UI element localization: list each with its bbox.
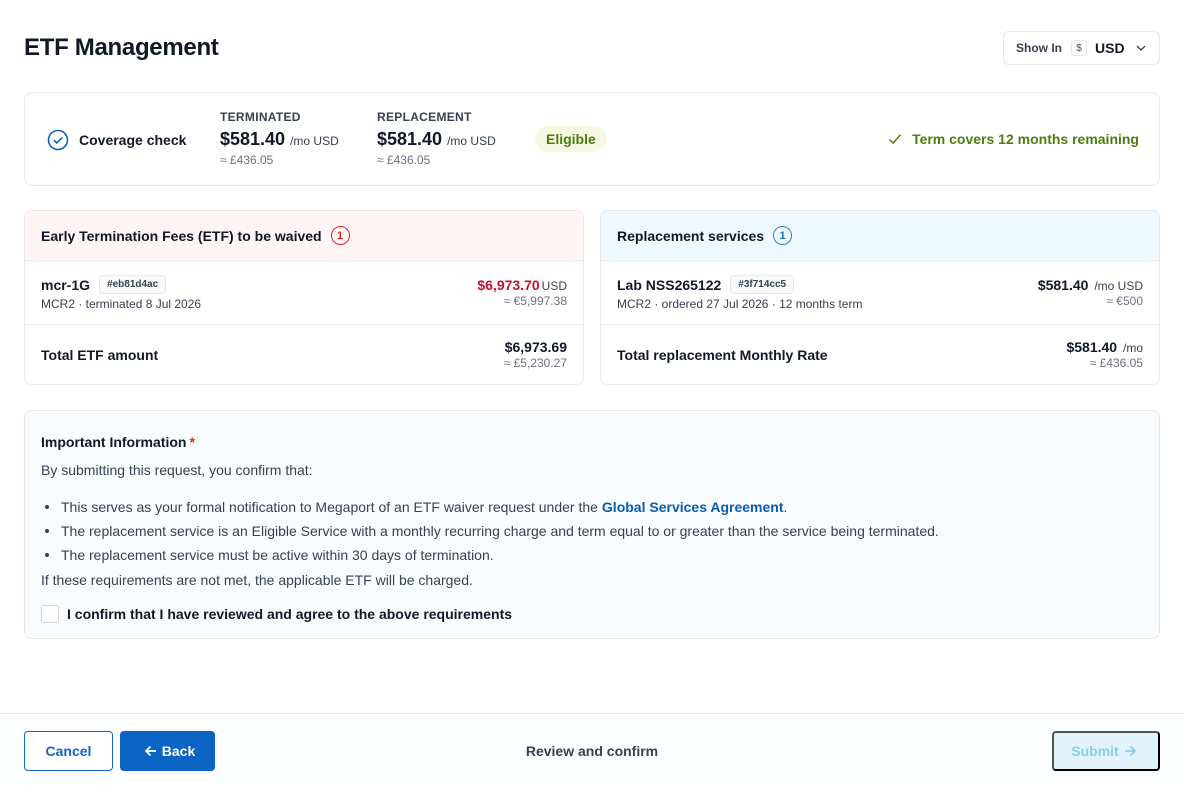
replacement-count-badge: 1 — [773, 226, 793, 245]
replacement-total-approx: ≈ £436.05 — [1089, 356, 1143, 370]
page-title: ETF Management — [24, 34, 219, 61]
replacement-total-row: Total replacement Monthly Rate $581.40 /… — [601, 325, 1159, 384]
list-item: mcr-1G #eb81d4ac MCR2 · terminated 8 Jul… — [25, 261, 583, 325]
service-id-badge: #3f714cc5 — [730, 275, 795, 294]
arrow-right-icon — [1124, 745, 1136, 757]
important-info-card: Important Information * By submitting thi… — [24, 410, 1160, 639]
etf-fee-approx: ≈ €5,997.38 — [503, 294, 567, 308]
replacement-approx: ≈ £436.05 — [377, 153, 431, 167]
terminated-price: TERMINATED $581.40 /mo USD ≈ £436.05 — [220, 110, 339, 167]
requirements-list: This serves as your formal notification … — [45, 495, 939, 567]
etf-fee: $6,973.70 — [477, 277, 540, 293]
confirm-checkbox[interactable] — [41, 605, 59, 623]
etf-total-amount: $6,973.69 — [504, 339, 567, 355]
required-mark: * — [189, 434, 195, 450]
etf-panel: Early Termination Fees (ETF) to be waive… — [24, 210, 584, 385]
coverage-check: Coverage check — [47, 129, 186, 151]
info-intro: By submitting this request, you confirm … — [41, 462, 313, 478]
terminated-approx: ≈ £436.05 — [220, 153, 274, 167]
currency-select[interactable]: Show In $ USD — [1003, 31, 1160, 65]
replacement-panel: Replacement services 1 Lab NSS265122 #3f… — [600, 210, 1160, 385]
step-label: Review and confirm — [525, 743, 659, 759]
check-icon — [889, 134, 902, 145]
currency-value: USD — [1095, 40, 1125, 56]
requirement-end: . — [783, 499, 788, 515]
replacement-label: REPLACEMENT — [377, 110, 472, 124]
etf-panel-title: Early Termination Fees (ETF) to be waive… — [41, 227, 322, 244]
requirement-text: This serves as your formal notification … — [61, 499, 598, 515]
check-circle-icon — [47, 129, 69, 151]
global-services-agreement-link[interactable]: Global Services Agreement — [602, 499, 784, 515]
replacement-panel-header: Replacement services 1 — [601, 211, 1159, 261]
terminated-unit: /mo USD — [290, 134, 339, 148]
service-meta: MCR2 · terminated 8 Jul 2026 — [41, 297, 202, 311]
replacement-price: REPLACEMENT $581.40 /mo USD ≈ £436.05 — [377, 110, 496, 167]
service-name: Lab NSS265122 — [617, 276, 722, 293]
etf-total-approx: ≈ £5,230.27 — [503, 356, 567, 370]
requirement-text: The replacement service must be active w… — [61, 547, 494, 563]
replacement-total-label: Total replacement Monthly Rate — [617, 347, 828, 363]
dollar-icon: $ — [1071, 40, 1087, 56]
service-id-badge: #eb81d4ac — [99, 275, 167, 294]
bullet-icon — [45, 529, 49, 533]
list-item: Lab NSS265122 #3f714cc5 MCR2 · ordered 2… — [601, 261, 1159, 325]
info-title: Important Information * — [41, 434, 195, 450]
coverage-label: Coverage check — [79, 132, 187, 148]
term-note: Term covers 12 months remaining — [887, 131, 1139, 147]
list-item: This serves as your formal notification … — [45, 495, 939, 519]
replacement-rate-approx: ≈ €500 — [1106, 294, 1143, 308]
etf-count-badge: 1 — [330, 226, 350, 245]
service-meta: MCR2 · ordered 27 Jul 2026 · 12 months t… — [617, 297, 863, 311]
etf-fee-unit: USD — [541, 279, 567, 293]
list-item: The replacement service must be active w… — [45, 543, 939, 567]
replacement-rate-unit: /mo USD — [1094, 279, 1143, 293]
confirm-checkbox-row[interactable]: I confirm that I have reviewed and agree… — [41, 605, 512, 623]
requirement-text: The replacement service is an Eligible S… — [61, 523, 939, 539]
confirm-label: I confirm that I have reviewed and agree… — [67, 606, 513, 622]
service-name: mcr-1G — [41, 276, 91, 293]
chevron-down-icon — [1136, 45, 1146, 51]
replacement-amount: $581.40 — [377, 129, 443, 149]
list-item: The replacement service is an Eligible S… — [45, 519, 939, 543]
bullet-icon — [45, 505, 49, 509]
terminated-amount: $581.40 — [220, 129, 286, 149]
replacement-total-unit: /mo — [1122, 341, 1143, 355]
bullet-icon — [45, 553, 49, 557]
info-title-text: Important Information — [41, 434, 187, 450]
coverage-card: Coverage check TERMINATED $581.40 /mo US… — [24, 92, 1160, 186]
show-in-label: Show In — [1016, 41, 1062, 55]
term-note-text: Term covers 12 months remaining — [912, 131, 1139, 147]
submit-button[interactable]: Submit — [1052, 731, 1160, 771]
replacement-panel-title: Replacement services — [617, 227, 765, 244]
submit-label: Submit — [1071, 743, 1119, 759]
footer-bar: Cancel Back Review and confirm Submit — [0, 713, 1184, 785]
info-outro: If these requirements are not met, the a… — [41, 572, 473, 588]
etf-panel-header: Early Termination Fees (ETF) to be waive… — [25, 211, 583, 261]
terminated-label: TERMINATED — [220, 110, 301, 124]
replacement-rate: $581.40 — [1037, 277, 1089, 293]
replacement-unit: /mo USD — [447, 134, 496, 148]
replacement-total-amount: $581.40 — [1066, 339, 1118, 355]
etf-total-label: Total ETF amount — [41, 347, 159, 363]
status-badge: Eligible — [535, 126, 607, 152]
etf-total-row: Total ETF amount $6,973.69 ≈ £5,230.27 — [25, 325, 583, 384]
